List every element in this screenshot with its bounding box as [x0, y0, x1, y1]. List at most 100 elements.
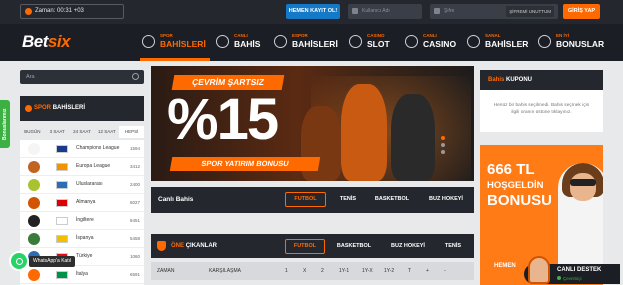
password-input[interactable]: Şifre ŞİFREMİ UNUTTUM — [430, 4, 558, 19]
bonus-line-1: HOŞGELDİN — [487, 180, 544, 191]
nav-live-casino[interactable]: CANLI CASINO — [405, 31, 461, 55]
tab-featured-tennis[interactable]: TENİS — [437, 239, 469, 254]
main-nav: Betsix SPOR BAHİSLERİ CANLI BAHİS ESPOR … — [0, 24, 623, 61]
search-input[interactable]: Ara — [20, 70, 144, 84]
league-name: Türkiye — [76, 253, 93, 259]
sport-icon — [28, 143, 40, 155]
nav-virtual-label: BAHİSLER — [485, 39, 529, 49]
nav-live-betting[interactable]: CANLI BAHİS — [216, 31, 266, 55]
live-support-widget[interactable]: CANLI DESTEK Çevrimiçi — [524, 256, 620, 284]
tab-live-football[interactable]: FUTBOL — [285, 192, 326, 207]
clock-icon — [25, 8, 32, 15]
sidebar-title-a: SPOR — [34, 105, 52, 111]
bonus-side-label: Bonuslarımız — [2, 108, 8, 140]
league-name: İspanya — [76, 235, 94, 241]
tab-live-ice-hockey[interactable]: BUZ HOKEYİ — [423, 192, 469, 207]
banner-headline: %15 — [167, 87, 279, 152]
flag-icon — [56, 163, 68, 171]
flag-icon — [56, 145, 68, 153]
nav-sports-label: BAHİSLERİ — [160, 39, 206, 49]
brand-logo[interactable]: Betsix — [22, 32, 71, 52]
logo-part-b: six — [47, 32, 71, 51]
nav-live-label: BAHİS — [234, 39, 261, 49]
sport-icon — [28, 197, 40, 209]
filter-all[interactable]: HEPSİ — [119, 126, 144, 138]
banner-subtitle: SPOR YATIRIM BONUSU — [169, 157, 321, 171]
league-row[interactable]: İngiltere 8451 — [20, 212, 144, 230]
nav-esports[interactable]: ESPOR BAHİSLERİ — [274, 31, 340, 55]
col-match: KARŞILAŞMA — [209, 268, 241, 274]
live-betting-title: Canlı Bahis — [158, 196, 194, 203]
bonus-cta[interactable]: HEMEN — [494, 263, 516, 269]
filter-today[interactable]: BUGÜN — [20, 126, 45, 138]
nav-sports-betting[interactable]: SPOR BAHİSLERİ — [142, 31, 212, 55]
nav-slot-small: CASINO — [367, 33, 385, 38]
whatsapp-label[interactable]: WhatsApp'a Katıl — [29, 256, 76, 267]
username-input[interactable]: Kullanıcı Adı — [348, 4, 422, 19]
filter-24h[interactable]: 24 SAAT — [70, 126, 95, 138]
search-icon[interactable] — [132, 73, 139, 80]
league-count: 5458 — [129, 236, 140, 241]
league-row[interactable]: İspanya 5458 — [20, 230, 144, 248]
league-row[interactable]: Europa League 3412 — [20, 158, 144, 176]
league-name: İngiltere — [76, 217, 94, 223]
bonus-side-tab[interactable]: Bonuslarımız — [0, 100, 10, 148]
username-placeholder: Kullanıcı Adı — [362, 8, 390, 14]
bonus-amount: 666 TL — [487, 161, 535, 178]
flag-icon — [56, 217, 68, 225]
sport-icon — [28, 179, 40, 191]
bet-slip-header: Bahis KUPONU — [480, 70, 603, 90]
nav-casino-slot[interactable]: CASINO SLOT — [349, 31, 399, 55]
carousel-dot[interactable] — [441, 150, 445, 154]
league-row[interactable]: Almanya 6027 — [20, 194, 144, 212]
hero-banner[interactable]: ÇEVRİM ŞARTSIZ %15 SPOR YATIRIM BONUSU — [151, 66, 474, 181]
register-button[interactable]: HEMEN KAYIT OL! — [286, 4, 340, 19]
promo-model-face — [570, 173, 596, 201]
support-title: CANLI DESTEK — [557, 267, 602, 273]
support-status-text: Çevrimiçi — [563, 276, 582, 281]
filter-12h[interactable]: 12 SAAT — [94, 126, 119, 138]
odds-table-header: ZAMAN KARŞILAŞMA 1 X 2 1Y-1 1Y-X 1Y-2 T … — [151, 262, 474, 280]
nav-best-bonuses[interactable]: EN İYİ BONUSLAR — [538, 31, 604, 55]
nav-esports-small: ESPOR — [292, 33, 308, 38]
nav-sports-small: SPOR — [160, 33, 173, 38]
gamepad-icon — [274, 35, 287, 48]
filter-3h[interactable]: 3 SAAT — [45, 126, 70, 138]
sports-betting-header: SPOR BAHİSLERİ — [20, 96, 144, 121]
league-count: 6591 — [129, 272, 140, 277]
league-name: İtalya — [76, 271, 88, 277]
login-button[interactable]: GİRİŞ YAP — [563, 4, 600, 19]
bonus-line-2: BONUSU — [487, 192, 553, 209]
live-icon — [216, 35, 229, 48]
featured-bar: ÖNE ÇIKANLAR FUTBOL BASKETBOL BUZ HOKEYİ… — [151, 234, 474, 258]
bonus-icon — [538, 35, 551, 48]
nav-virtual-bets[interactable]: SANAL BAHİSLER — [467, 31, 531, 55]
featured-title: ÖNE ÇIKANLAR — [171, 234, 217, 258]
featured-title-b: ÇIKANLAR — [185, 243, 218, 249]
league-row[interactable]: Champions League 1594 — [20, 140, 144, 158]
promo-model-glasses — [570, 179, 596, 186]
tab-live-basketball[interactable]: BASKETBOL — [369, 192, 415, 207]
league-name: Champions League — [76, 145, 120, 151]
carousel-dot[interactable] — [441, 136, 445, 140]
nav-casino-label: CASINO — [423, 39, 457, 49]
tab-live-tennis[interactable]: TENİS — [331, 192, 365, 207]
ball-icon — [142, 35, 155, 48]
tab-featured-basketball[interactable]: BASKETBOL — [331, 239, 377, 254]
league-count: 2400 — [129, 182, 140, 187]
league-count: 1060 — [129, 254, 140, 259]
carousel-dot[interactable] — [441, 143, 445, 147]
league-row[interactable]: İtalya 6591 — [20, 266, 144, 284]
clock-text: Zaman: 00:31 +03 — [35, 8, 84, 14]
bet-slip-title-a: Bahis — [488, 77, 505, 83]
carousel-dots — [441, 136, 447, 157]
sidebar-title-b: BAHİSLERİ — [52, 105, 86, 111]
league-row[interactable]: Uluslararası 2400 — [20, 176, 144, 194]
tab-featured-ice-hockey[interactable]: BUZ HOKEYİ — [385, 239, 431, 254]
tab-featured-football[interactable]: FUTBOL — [285, 239, 325, 254]
league-name: Uluslararası — [76, 181, 103, 187]
forgot-password-link[interactable]: ŞİFREMİ UNUTTUM — [506, 6, 554, 17]
nav-virtual-small: SANAL — [485, 33, 501, 38]
whatsapp-button[interactable] — [9, 251, 29, 271]
support-status: Çevrimiçi — [557, 276, 582, 281]
